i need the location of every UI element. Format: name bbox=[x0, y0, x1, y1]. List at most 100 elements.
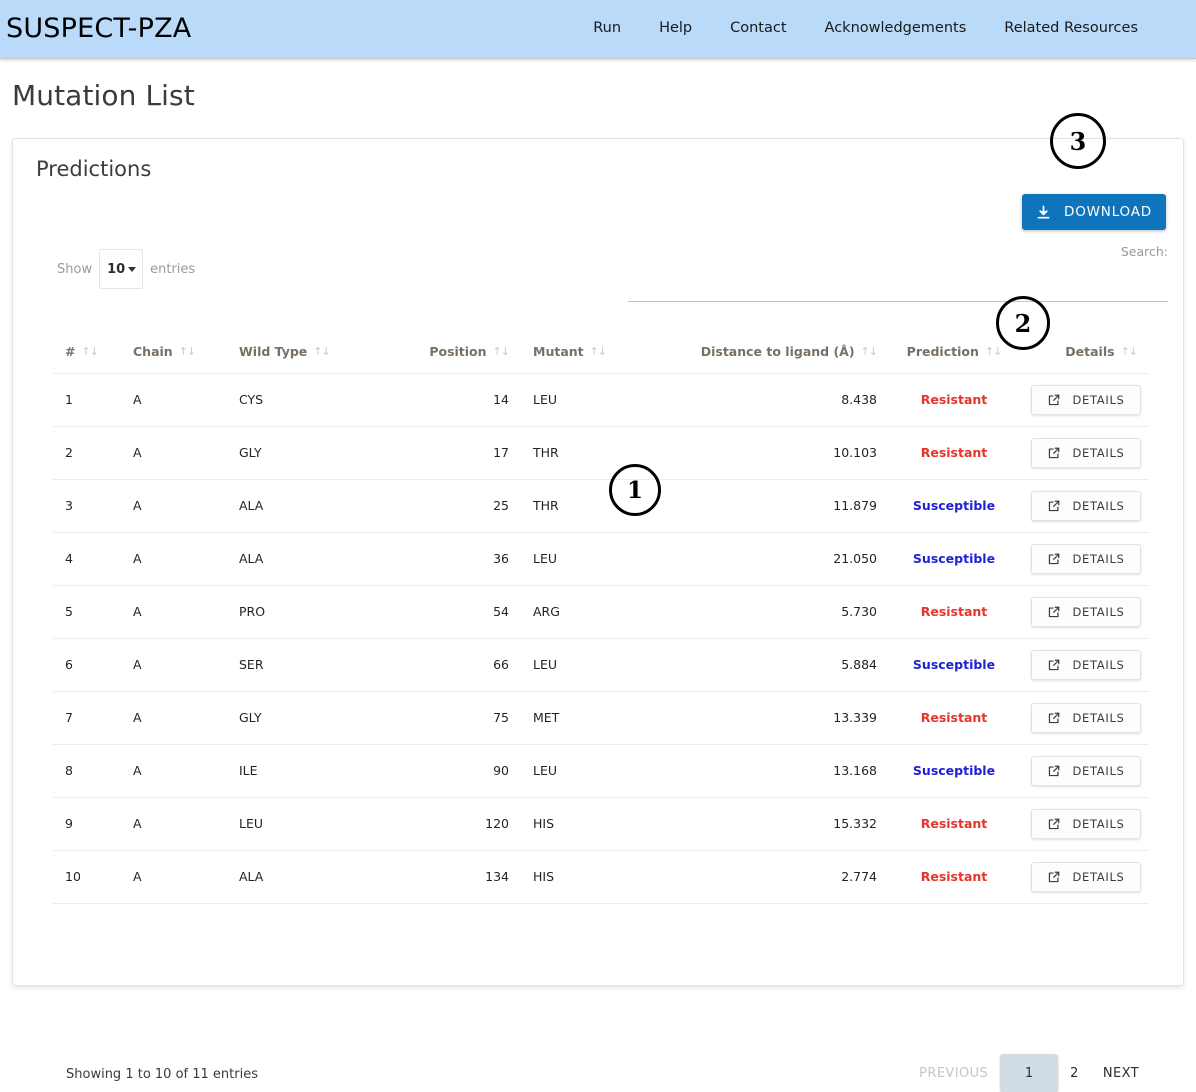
column-header-wild-type-label: Wild Type bbox=[239, 344, 308, 360]
details-button[interactable]: DETAILS bbox=[1031, 384, 1141, 415]
cell-distance: 21.050 bbox=[649, 532, 889, 586]
external-link-icon bbox=[1047, 446, 1061, 460]
details-button-label: DETAILS bbox=[1072, 551, 1125, 566]
nav-link-acknowledgements[interactable]: Acknowledgements bbox=[825, 20, 967, 36]
cell-prediction: Susceptible bbox=[889, 638, 1019, 692]
cell-mutant: LEU bbox=[521, 373, 649, 427]
details-button[interactable]: DETAILS bbox=[1031, 808, 1141, 839]
cell-mutant: LEU bbox=[521, 638, 649, 692]
details-button[interactable]: DETAILS bbox=[1031, 861, 1141, 892]
nav-link-related-resources[interactable]: Related Resources bbox=[1004, 20, 1138, 36]
details-button[interactable]: DETAILS bbox=[1031, 649, 1141, 680]
cell-chain: A bbox=[121, 373, 227, 427]
cell-prediction: Resistant bbox=[889, 426, 1019, 480]
cell-distance: 8.438 bbox=[649, 373, 889, 427]
cell-position: 90 bbox=[375, 744, 521, 798]
page-length-select[interactable]: 10 bbox=[99, 249, 144, 289]
cell-chain: A bbox=[121, 426, 227, 480]
details-button-label: DETAILS bbox=[1072, 604, 1125, 619]
cell-details: DETAILS bbox=[1019, 426, 1149, 480]
cell-prediction: Resistant bbox=[889, 850, 1019, 904]
cell-details: DETAILS bbox=[1019, 479, 1149, 533]
column-header-index-label: # bbox=[65, 344, 76, 360]
cell-distance: 15.332 bbox=[649, 797, 889, 851]
details-button-label: DETAILS bbox=[1072, 392, 1125, 407]
cell-details: DETAILS bbox=[1019, 373, 1149, 427]
cell-chain: A bbox=[121, 638, 227, 692]
cell-distance: 5.730 bbox=[649, 585, 889, 639]
cell-mutant: LEU bbox=[521, 532, 649, 586]
page-title: Mutation List bbox=[12, 79, 195, 112]
sort-icon: ↑↓ bbox=[589, 345, 607, 359]
cell-prediction: Resistant bbox=[889, 691, 1019, 745]
column-header-position[interactable]: Position ↑↓ bbox=[375, 331, 521, 374]
prediction-badge: Susceptible bbox=[912, 498, 996, 513]
details-button[interactable]: DETAILS bbox=[1031, 755, 1141, 786]
details-button[interactable]: DETAILS bbox=[1031, 437, 1141, 468]
cell-details: DETAILS bbox=[1019, 691, 1149, 745]
table-row: 5 A PRO 54 ARG 5.730 Resistant DETAILS bbox=[53, 585, 1149, 639]
column-header-chain[interactable]: Chain ↑↓ bbox=[121, 331, 227, 374]
table-row: 1 A CYS 14 LEU 8.438 Resistant DETAILS bbox=[53, 373, 1149, 427]
pagination-next[interactable]: NEXT bbox=[1091, 1054, 1151, 1092]
pagination: PREVIOUS 1 2 NEXT bbox=[907, 1054, 1151, 1092]
cell-index: 5 bbox=[53, 585, 121, 639]
external-link-icon bbox=[1047, 764, 1061, 778]
cell-chain: A bbox=[121, 532, 227, 586]
cell-mutant: HIS bbox=[521, 850, 649, 904]
cell-details: DETAILS bbox=[1019, 532, 1149, 586]
cell-index: 6 bbox=[53, 638, 121, 692]
pagination-page-1[interactable]: 1 bbox=[1000, 1054, 1059, 1092]
brand-title[interactable]: SUSPECT-PZA bbox=[6, 13, 191, 44]
search-input[interactable] bbox=[628, 276, 1168, 302]
column-header-index[interactable]: # ↑↓ bbox=[53, 331, 121, 374]
sort-icon: ↑↓ bbox=[178, 345, 196, 359]
external-link-icon bbox=[1047, 658, 1061, 672]
details-button[interactable]: DETAILS bbox=[1031, 490, 1141, 521]
cell-distance: 13.339 bbox=[649, 691, 889, 745]
cell-position: 75 bbox=[375, 691, 521, 745]
nav-link-run[interactable]: Run bbox=[593, 20, 621, 36]
nav-link-contact[interactable]: Contact bbox=[730, 20, 786, 36]
table-row: 2 A GLY 17 THR 10.103 Resistant DETAILS bbox=[53, 426, 1149, 480]
cell-position: 134 bbox=[375, 850, 521, 904]
column-header-prediction-label: Prediction bbox=[906, 344, 979, 360]
table-row: 7 A GLY 75 MET 13.339 Resistant DETAILS bbox=[53, 691, 1149, 745]
external-link-icon bbox=[1047, 499, 1061, 513]
table-info: Showing 1 to 10 of 11 entries bbox=[66, 1067, 258, 1082]
details-button[interactable]: DETAILS bbox=[1031, 702, 1141, 733]
cell-index: 7 bbox=[53, 691, 121, 745]
details-button-label: DETAILS bbox=[1072, 816, 1125, 831]
column-header-distance-to-ligand[interactable]: Distance to ligand (Å) ↑↓ bbox=[649, 331, 889, 374]
cell-details: DETAILS bbox=[1019, 638, 1149, 692]
cell-mutant: HIS bbox=[521, 797, 649, 851]
nav-link-help[interactable]: Help bbox=[659, 20, 692, 36]
download-button-label: DOWNLOAD bbox=[1064, 204, 1152, 220]
sort-icon: ↑↓ bbox=[492, 345, 510, 359]
cell-position: 14 bbox=[375, 373, 521, 427]
column-header-mutant-label: Mutant bbox=[533, 344, 584, 360]
predictions-table-wrapper: # ↑↓ Chain ↑↓ Wild Type ↑↓ Position ↑↓ M… bbox=[53, 331, 1149, 904]
cell-chain: A bbox=[121, 797, 227, 851]
cell-index: 2 bbox=[53, 426, 121, 480]
cell-index: 3 bbox=[53, 479, 121, 533]
cell-position: 120 bbox=[375, 797, 521, 851]
pagination-previous[interactable]: PREVIOUS bbox=[907, 1054, 1000, 1092]
column-header-mutant[interactable]: Mutant ↑↓ bbox=[521, 331, 649, 374]
cell-wild-type: GLY bbox=[227, 426, 375, 480]
download-button[interactable]: DOWNLOAD bbox=[1022, 194, 1166, 230]
details-button-label: DETAILS bbox=[1072, 710, 1125, 725]
details-button[interactable]: DETAILS bbox=[1031, 543, 1141, 574]
cell-wild-type: CYS bbox=[227, 373, 375, 427]
details-button[interactable]: DETAILS bbox=[1031, 596, 1141, 627]
column-header-wild-type[interactable]: Wild Type ↑↓ bbox=[227, 331, 375, 374]
external-link-icon bbox=[1047, 605, 1061, 619]
cell-position: 66 bbox=[375, 638, 521, 692]
chevron-down-icon bbox=[128, 267, 137, 272]
cell-chain: A bbox=[121, 479, 227, 533]
details-button-label: DETAILS bbox=[1072, 869, 1125, 884]
details-button-label: DETAILS bbox=[1072, 657, 1125, 672]
pagination-page-2[interactable]: 2 bbox=[1058, 1054, 1091, 1092]
table-row: 9 A LEU 120 HIS 15.332 Resistant DETAILS bbox=[53, 797, 1149, 851]
predictions-table: # ↑↓ Chain ↑↓ Wild Type ↑↓ Position ↑↓ M… bbox=[53, 331, 1149, 904]
